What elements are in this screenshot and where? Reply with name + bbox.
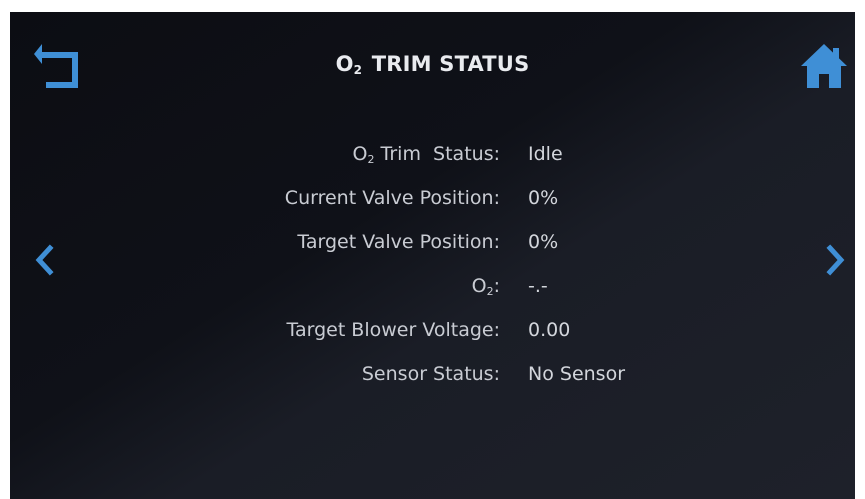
target-valve-position-row: Target Valve Position: 0%	[10, 227, 855, 271]
status-list: O2 Trim Status: Idle Current Valve Posit…	[10, 139, 855, 403]
o2-label: O2:	[471, 275, 500, 298]
o2-trim-status-screen: O2 TRIM STATUS O2 Trim Status: Idle Curr…	[10, 12, 855, 499]
sensor-status-row: Sensor Status: No Sensor	[10, 359, 855, 403]
o2-value: -.-	[528, 275, 548, 297]
current-valve-position-value: 0%	[528, 187, 559, 209]
target-valve-position-value: 0%	[528, 231, 559, 253]
home-button[interactable]	[799, 40, 849, 92]
sensor-status-label: Sensor Status:	[361, 363, 500, 385]
o2-trim-status-label: O2 Trim Status:	[352, 143, 500, 166]
o2-trim-status-value: Idle	[528, 143, 563, 165]
page-title: O2 TRIM STATUS	[335, 52, 530, 77]
current-valve-position-row: Current Valve Position: 0%	[10, 183, 855, 227]
target-blower-voltage-label: Target Blower Voltage:	[286, 319, 500, 341]
o2-trim-status-row: O2 Trim Status: Idle	[10, 139, 855, 183]
target-blower-voltage-row: Target Blower Voltage: 0.00	[10, 315, 855, 359]
target-valve-position-label: Target Valve Position:	[297, 231, 500, 253]
target-blower-voltage-value: 0.00	[528, 319, 571, 341]
sensor-status-value: No Sensor	[528, 363, 626, 385]
o2-row: O2: -.-	[10, 271, 855, 315]
current-valve-position-label: Current Valve Position:	[284, 187, 500, 209]
home-icon	[801, 44, 847, 88]
